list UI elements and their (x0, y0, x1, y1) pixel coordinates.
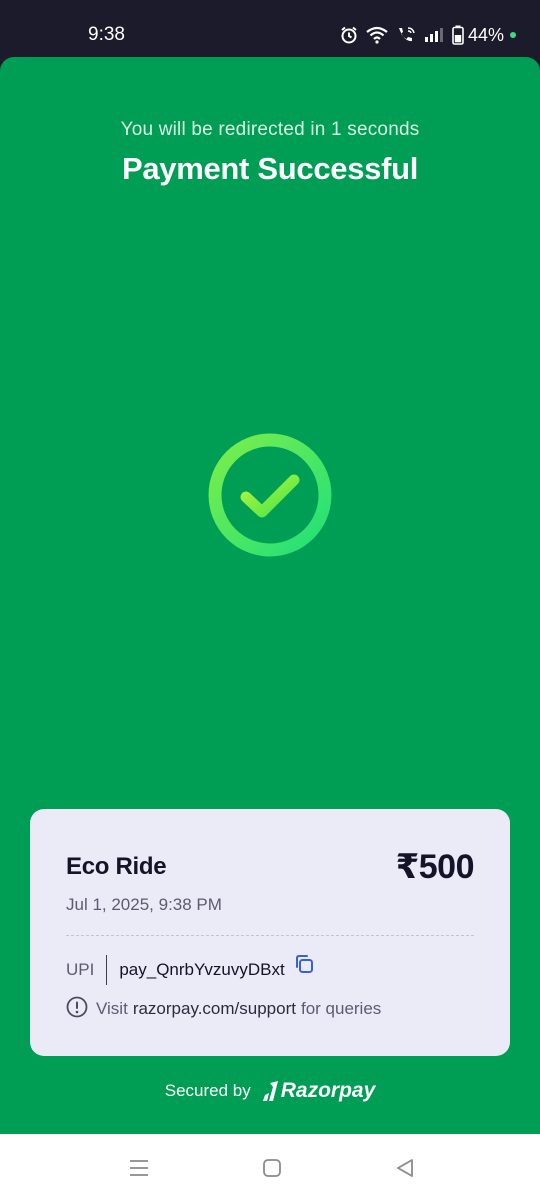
support-prefix: Visit (96, 999, 128, 1018)
wifi-calling-icon (396, 26, 416, 44)
check-circle-icon (206, 431, 334, 559)
status-bar: 9:38 44% (0, 0, 540, 58)
razorpay-brand-name: Razorpay (280, 1079, 376, 1102)
payment-method: UPI (66, 960, 95, 979)
status-icons: 44% (340, 22, 516, 48)
signal-icon (424, 27, 444, 43)
support-message: Visit razorpay.com/support for queries (66, 996, 381, 1022)
system-navigation-bar (0, 1134, 540, 1200)
menu-icon[interactable] (126, 1156, 152, 1180)
card-divider (66, 935, 474, 936)
status-time: 9:38 (88, 24, 125, 45)
battery-icon (452, 25, 464, 45)
page-title: Payment Successful (121, 151, 419, 186)
redirect-message: You will be redirected in 1 seconds (120, 119, 420, 140)
method-separator (106, 955, 108, 985)
payment-id: pay_QnrbYvzuvyDBxt (119, 960, 285, 979)
payment-amount: ₹500 (395, 848, 475, 886)
support-link[interactable]: razorpay.com/support (133, 999, 296, 1019)
wifi-icon (366, 26, 388, 44)
copy-icon[interactable] (293, 953, 315, 980)
support-suffix: for queries (300, 999, 382, 1018)
info-icon (66, 996, 88, 1023)
payment-details-card: Eco Ride ₹500 Jul 1, 2025, 9:38 PM UPI p… (30, 809, 510, 1056)
battery-percentage: 44% (467, 24, 504, 45)
secured-by-footer: Secured by Razorpay (0, 1079, 540, 1103)
alarm-icon (340, 26, 358, 44)
payment-success-screen: You will be redirected in 1 seconds Paym… (0, 57, 540, 1134)
payment-datetime: Jul 1, 2025, 9:38 PM (66, 895, 222, 914)
home-icon[interactable] (259, 1156, 285, 1180)
payment-id-row: UPI pay_QnrbYvzuvyDBxt (66, 953, 315, 985)
back-icon[interactable] (392, 1156, 418, 1180)
razorpay-logo: Razorpay (262, 1079, 376, 1103)
merchant-name: Eco Ride (66, 853, 167, 880)
secured-by-label: Secured by (164, 1081, 251, 1100)
privacy-indicator-dot (510, 32, 516, 38)
